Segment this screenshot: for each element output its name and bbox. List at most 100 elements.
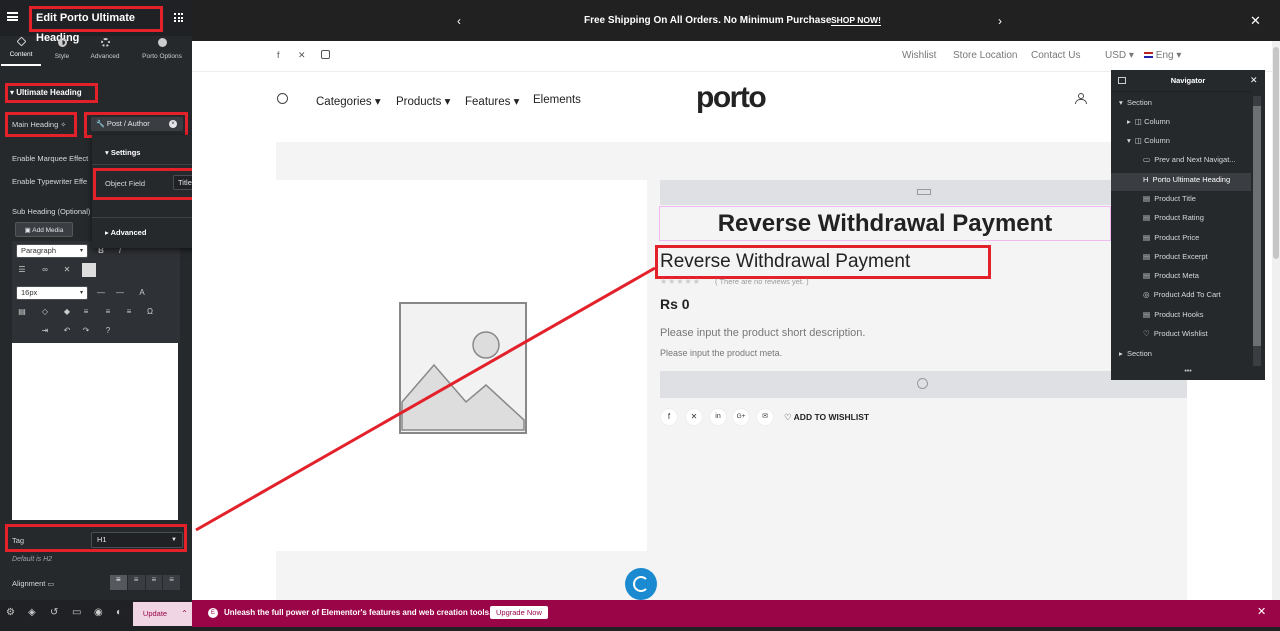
shop-now-link[interactable]: SHOP NOW! xyxy=(831,15,881,26)
navigator-scrollbar[interactable] xyxy=(1253,96,1261,366)
navigator-item-section[interactable]: ▾ Section xyxy=(1119,98,1152,107)
indent-icon[interactable]: ⇥ xyxy=(41,327,49,335)
language-select[interactable]: Eng ▾ xyxy=(1144,50,1181,61)
upgrade-now-button[interactable]: Upgrade Now xyxy=(490,606,548,619)
section-ultimate-heading[interactable]: ▾ Ultimate Heading xyxy=(10,88,82,97)
navigator-resize-handle[interactable]: ••• xyxy=(1111,368,1265,375)
text-color-icon[interactable]: A xyxy=(138,289,146,297)
currency-select[interactable]: USD ▾ xyxy=(1105,50,1134,61)
align-left-icon[interactable]: ≡ xyxy=(82,308,90,316)
navigator-item-widget[interactable]: ▭ Prev and Next Navigat... xyxy=(1143,155,1236,164)
instagram-icon[interactable] xyxy=(321,50,330,59)
popover-settings-title[interactable]: ▾ Settings xyxy=(105,148,140,157)
facebook-icon[interactable]: f xyxy=(277,50,280,60)
responsive-icon[interactable]: ▭ xyxy=(72,607,81,618)
porto-logo[interactable]: porto xyxy=(696,81,767,115)
navigator-close-icon[interactable]: ✕ xyxy=(1250,75,1258,86)
navigator-item-column[interactable]: ▸ ◫ Column xyxy=(1127,117,1170,126)
menu-elements[interactable]: Elements xyxy=(533,94,581,106)
eraser-icon[interactable]: ◇ xyxy=(41,308,49,316)
menu-features[interactable]: Features ▾ xyxy=(465,94,519,108)
undo-icon[interactable]: ↶ xyxy=(63,327,71,335)
close-promo-icon[interactable]: ✕ xyxy=(1257,605,1266,618)
share-google-icon[interactable]: G+ xyxy=(732,408,750,426)
navigator-item-widget[interactable]: ▤ Product Title xyxy=(1143,194,1196,203)
menu-products[interactable]: Products ▾ xyxy=(396,94,450,108)
paragraph-select[interactable]: Paragraph ▾ xyxy=(16,244,88,258)
navigator-item-widget[interactable]: ▤ Product Hooks xyxy=(1143,310,1203,319)
notes-icon[interactable]: ◐ xyxy=(116,607,122,618)
chevron-up-icon[interactable]: ⌃ xyxy=(177,602,192,626)
italic-icon[interactable]: I xyxy=(116,247,124,255)
align-justify-button[interactable]: ≡ xyxy=(163,575,180,590)
toolbar-toggle-icon[interactable] xyxy=(82,263,96,277)
update-button[interactable]: Update xyxy=(133,602,177,626)
settings-icon[interactable]: ⚙ xyxy=(6,607,15,618)
page-scrollbar[interactable] xyxy=(1272,41,1280,601)
account-icon[interactable] xyxy=(1075,93,1087,105)
next-announcement-icon[interactable]: › xyxy=(998,14,1002,28)
help-icon[interactable]: ? xyxy=(104,327,112,335)
omega-icon[interactable]: ◆ xyxy=(63,308,71,316)
product-title[interactable]: Reverse Withdrawal Payment xyxy=(660,251,910,273)
history-icon[interactable]: ↺ xyxy=(50,607,58,618)
preview-icon[interactable]: ◉ xyxy=(94,607,103,618)
remove-tag-icon[interactable]: × xyxy=(169,120,177,128)
search-icon[interactable] xyxy=(277,93,288,104)
align-center-button[interactable]: ≡ xyxy=(127,575,145,590)
hamburger-icon[interactable] xyxy=(7,12,18,21)
list-icon[interactable]: ☰ xyxy=(18,266,26,274)
add-media-button[interactable]: ▣ Add Media xyxy=(15,222,73,237)
share-linkedin-icon[interactable]: in xyxy=(709,408,727,426)
popover-advanced-title[interactable]: ▸ Advanced xyxy=(105,228,146,237)
font-size-select[interactable]: 16px ▾ xyxy=(16,286,88,300)
redo-icon[interactable]: ↷ xyxy=(82,327,90,335)
align-right-icon[interactable]: ≡ xyxy=(125,308,133,316)
navigator-item-section[interactable]: ▸ Section xyxy=(1119,349,1152,358)
wishlist-link[interactable]: Wishlist xyxy=(902,50,936,61)
tab-advanced[interactable]: Advanced xyxy=(85,38,125,60)
paste-icon[interactable]: ▤ xyxy=(18,308,26,316)
x-icon[interactable]: ✕ xyxy=(298,50,306,61)
link-icon[interactable]: ∞ xyxy=(41,266,49,274)
navigator-scrollbar-thumb[interactable] xyxy=(1253,106,1261,346)
tab-porto-options[interactable]: Porto Options xyxy=(140,38,184,60)
prev-next-navigation-bar[interactable] xyxy=(660,180,1187,205)
sub-heading-editor-area[interactable] xyxy=(12,343,178,520)
align-center-icon[interactable]: ≡ xyxy=(104,308,112,316)
tag-select[interactable]: H1 ▼ xyxy=(91,532,183,548)
navigator-item-widget[interactable]: ◎ Product Add To Cart xyxy=(1143,290,1221,299)
share-email-icon[interactable]: ✉ xyxy=(756,408,774,426)
hr-icon[interactable]: — xyxy=(116,289,124,297)
contact-us-link[interactable]: Contact Us xyxy=(1031,50,1080,61)
product-image-placeholder[interactable] xyxy=(276,180,647,551)
bold-icon[interactable]: B xyxy=(97,247,105,255)
navigator-item-widget[interactable]: H Porto Ultimate Heading xyxy=(1143,175,1230,184)
prev-announcement-icon[interactable]: ‹ xyxy=(457,14,461,28)
close-icon[interactable]: ✕ xyxy=(1250,13,1261,29)
align-right-button[interactable]: ≡ xyxy=(145,575,163,590)
product-add-to-cart-placeholder[interactable] xyxy=(660,371,1187,398)
navigator-item-widget[interactable]: ▤ Product Rating xyxy=(1143,213,1204,222)
layers-icon[interactable]: ◈ xyxy=(28,607,36,618)
store-location-link[interactable]: Store Location xyxy=(953,50,1018,61)
ultimate-heading-widget[interactable]: Reverse Withdrawal Payment xyxy=(659,206,1111,241)
navigator-item-widget[interactable]: ▤ Product Meta xyxy=(1143,271,1199,280)
align-left-button[interactable]: ≡ xyxy=(110,575,127,590)
tab-style[interactable]: Style xyxy=(42,38,82,60)
navigator-item-widget[interactable]: ▤ Product Excerpt xyxy=(1143,252,1208,261)
widgets-grid-icon[interactable] xyxy=(174,13,183,22)
navigator-item-widget[interactable]: ▤ Product Price xyxy=(1143,233,1199,242)
navigator-item-column[interactable]: ▾ ◫ Column xyxy=(1127,136,1170,145)
strikethrough-icon[interactable]: — xyxy=(97,289,105,297)
add-to-wishlist-link[interactable]: ♡ ADD TO WISHLIST xyxy=(784,412,869,423)
scrollbar-thumb[interactable] xyxy=(1273,47,1279,259)
fullscreen-icon[interactable]: ✕ xyxy=(63,266,71,274)
reviews-text[interactable]: ( There are no reviews yet. ) xyxy=(715,277,809,286)
share-x-icon[interactable]: ✕ xyxy=(685,408,703,426)
special-char-icon[interactable]: Ω xyxy=(146,308,154,316)
navigator-item-widget[interactable]: ♡ Product Wishlist xyxy=(1143,329,1208,338)
share-facebook-icon[interactable]: f xyxy=(660,408,678,426)
menu-categories[interactable]: Categories ▾ xyxy=(316,94,381,108)
dynamic-tag-chip[interactable]: 🔧 Post / Author × xyxy=(91,117,183,131)
